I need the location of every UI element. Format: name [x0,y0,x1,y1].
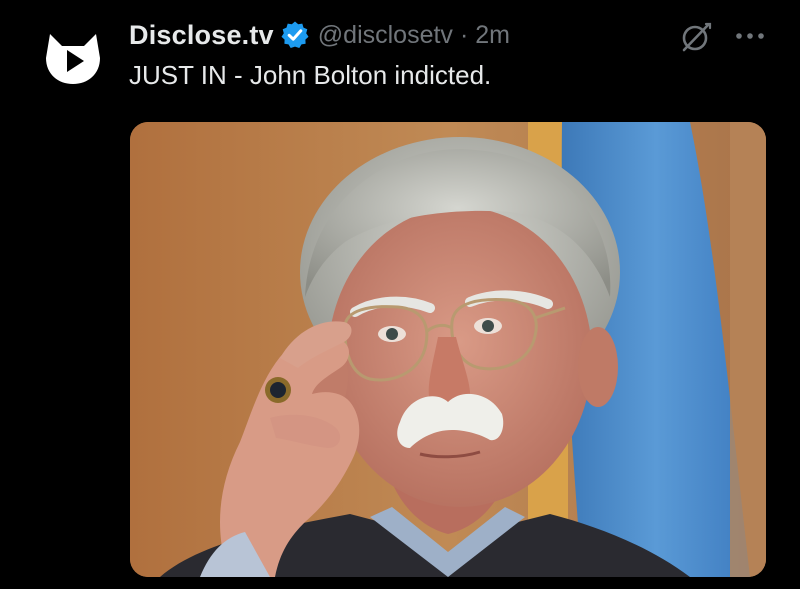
tweet-text: JUST IN - John Bolton indicted. [129,60,492,90]
tweet-photo[interactable] [130,122,766,577]
more-options-icon[interactable] [732,22,768,50]
grok-icon[interactable] [679,20,713,54]
user-handle[interactable]: @disclosetv [318,21,453,50]
avatar[interactable] [42,28,104,90]
tweet-header: Disclose.tv @disclosetv · 2m [129,18,510,52]
tweet-time[interactable]: 2m [475,21,510,50]
display-name[interactable]: Disclose.tv [129,20,274,51]
verified-badge-icon[interactable] [280,20,310,50]
separator-dot: · [459,20,469,49]
